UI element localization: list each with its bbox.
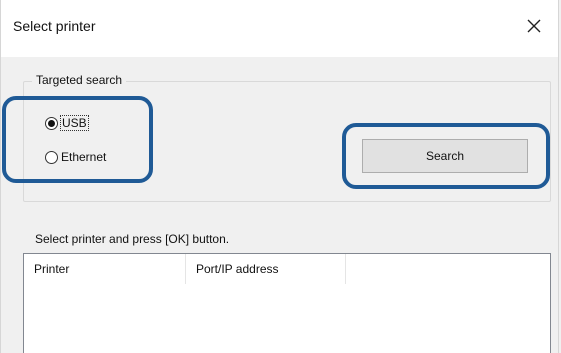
title-bar: Select printer xyxy=(1,0,558,57)
select-printer-dialog: Select printer Targeted search USB Ether… xyxy=(0,0,559,353)
printer-list-header: Printer Port/IP address xyxy=(24,254,550,284)
close-button[interactable] xyxy=(512,8,558,42)
close-icon xyxy=(527,19,541,33)
targeted-search-label: Targeted search xyxy=(32,72,127,88)
search-button-highlight xyxy=(342,123,550,189)
dialog-title: Select printer xyxy=(13,18,96,34)
screen: Select printer Targeted search USB Ether… xyxy=(0,0,561,353)
printer-list[interactable]: Printer Port/IP address xyxy=(23,253,551,353)
instruction-text: Select printer and press [OK] button. xyxy=(35,232,230,246)
column-header-port[interactable]: Port/IP address xyxy=(186,254,346,284)
connection-options-highlight xyxy=(2,96,153,183)
column-header-printer[interactable]: Printer xyxy=(24,254,186,284)
